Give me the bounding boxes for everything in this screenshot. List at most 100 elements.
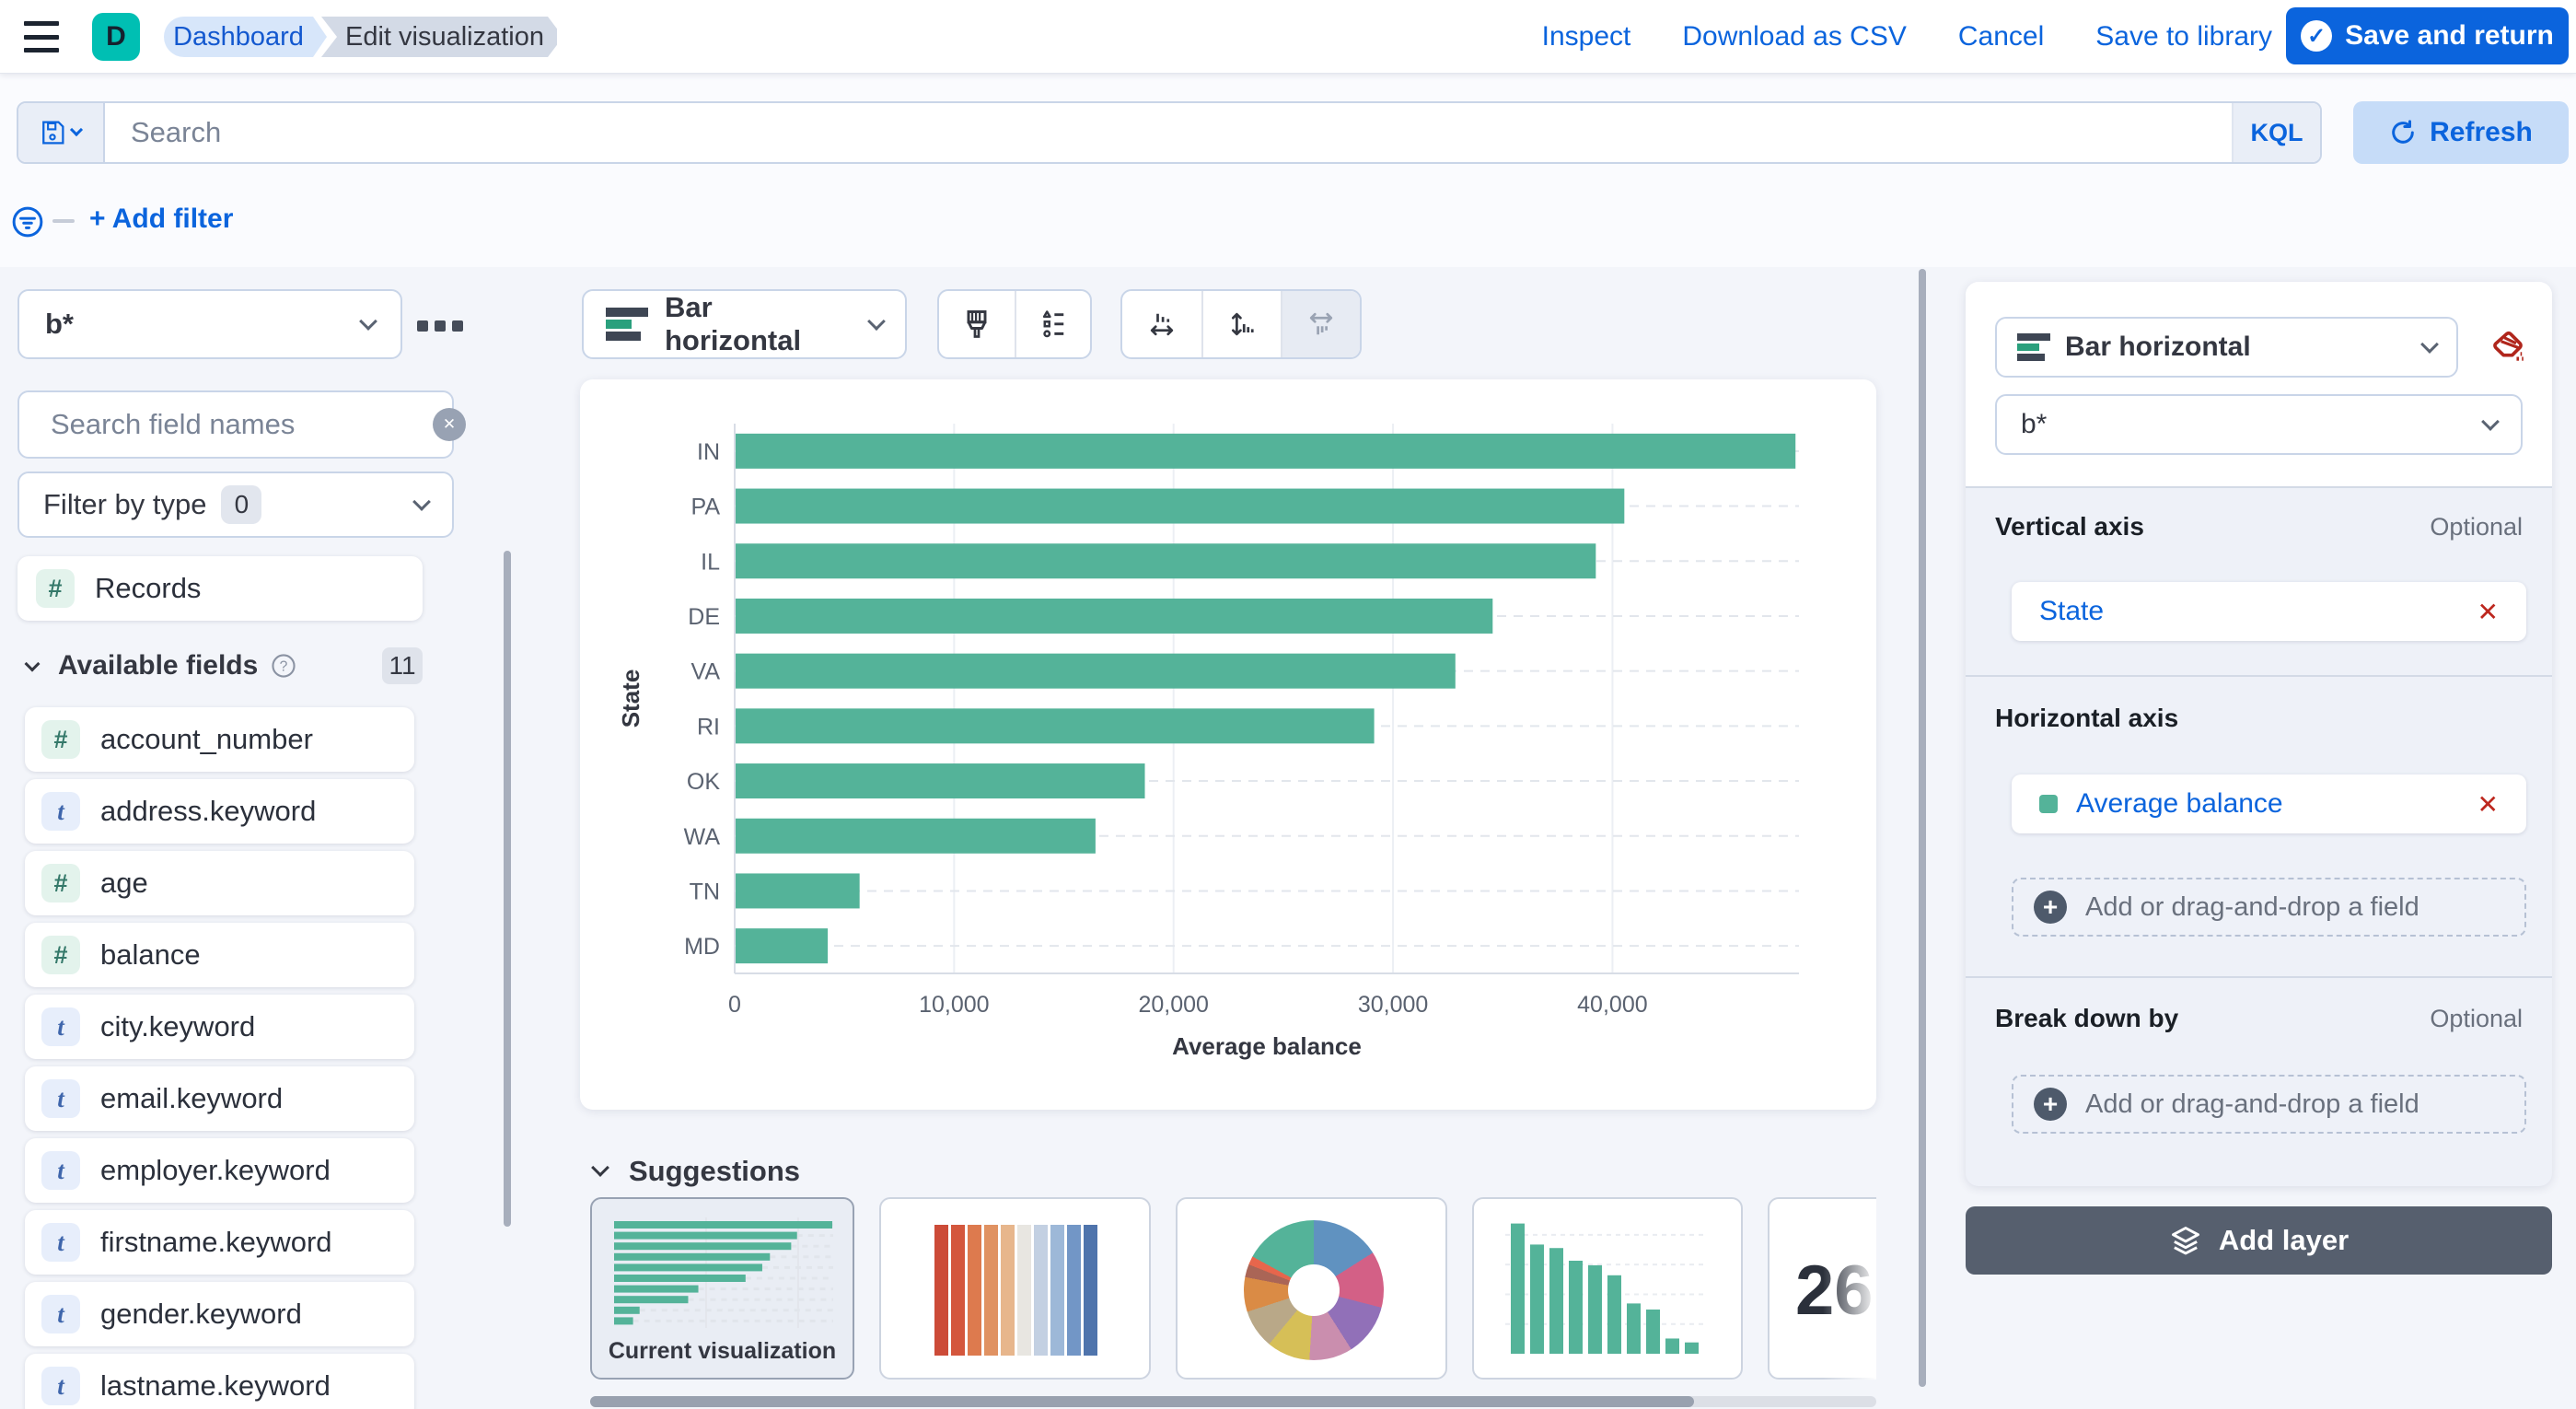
- x-tick-label: 40,000: [1577, 992, 1647, 1018]
- available-fields-header[interactable]: Available fields ? 11: [17, 645, 423, 687]
- check-icon: ✓: [2301, 20, 2333, 52]
- vertical-axis-settings-button[interactable]: [1201, 291, 1281, 357]
- layer-config-panel: Bar horizontal b* Vertical axis Optional…: [1966, 282, 2552, 1186]
- query-language-button[interactable]: KQL: [2232, 103, 2320, 162]
- bar-VA[interactable]: [736, 653, 1456, 689]
- refresh-icon: [2392, 120, 2414, 144]
- field-item[interactable]: t employer.keyword: [25, 1138, 414, 1203]
- add-layer-button[interactable]: Add layer: [1966, 1206, 2552, 1275]
- suggestion-bar-palette[interactable]: [879, 1197, 1151, 1380]
- horizontal-axis-add-field[interactable]: + Add or drag-and-drop a field: [2012, 878, 2526, 937]
- breadcrumb-dashboard[interactable]: Dashboard: [164, 17, 327, 57]
- legend-settings-button[interactable]: [1015, 291, 1090, 357]
- y-tick-label: IL: [701, 549, 720, 575]
- vertical-axis-dimension[interactable]: State ✕: [2012, 582, 2526, 641]
- save-and-return-button[interactable]: ✓ Save and return: [2286, 7, 2569, 64]
- number-field-icon: #: [41, 720, 80, 759]
- bar-WA[interactable]: [736, 818, 1096, 854]
- bar-horizontal-icon: [2017, 332, 2050, 363]
- appearance-brush-button[interactable]: [939, 291, 1015, 357]
- chevron-down-icon: [69, 122, 84, 137]
- suggestions-scrollbar-thumb[interactable]: [590, 1396, 1694, 1407]
- bar-IN[interactable]: [736, 433, 1796, 469]
- y-tick-label: VA: [691, 659, 721, 685]
- layer-config-top: Bar horizontal b*: [1966, 282, 2552, 486]
- horizontal-axis-dimension[interactable]: Average balance ✕: [2012, 774, 2526, 833]
- chevron-down-icon: [412, 493, 431, 511]
- index-pattern-select[interactable]: b*: [17, 289, 402, 359]
- field-item[interactable]: t city.keyword: [25, 995, 414, 1059]
- bar-RI[interactable]: [736, 708, 1375, 744]
- field-item[interactable]: t firstname.keyword: [25, 1210, 414, 1275]
- bar-MD[interactable]: [736, 928, 829, 964]
- field-item[interactable]: # account_number: [25, 707, 414, 772]
- break-down-add-field[interactable]: + Add or drag-and-drop a field: [2012, 1075, 2526, 1134]
- vertical-bar-palette-preview: [934, 1225, 1097, 1356]
- x-tick-label: 30,000: [1358, 992, 1428, 1018]
- break-down-header: Break down by Optional: [1995, 1004, 2523, 1032]
- chart-type-select[interactable]: Bar horizontal: [582, 289, 907, 359]
- suggestion-donut[interactable]: [1176, 1197, 1447, 1380]
- suggestion-metric[interactable]: 26,: [1768, 1197, 1876, 1380]
- string-field-icon: t: [41, 1007, 80, 1046]
- clear-search-button[interactable]: ✕: [433, 408, 466, 441]
- field-name: lastname.keyword: [100, 1369, 331, 1402]
- search-query-input[interactable]: [105, 103, 2232, 162]
- y-axis-title: State: [617, 670, 644, 728]
- field-item[interactable]: # balance: [25, 923, 414, 987]
- number-field-icon: #: [41, 864, 80, 902]
- field-item[interactable]: t gender.keyword: [25, 1282, 414, 1346]
- horizontal-axis-settings-button[interactable]: [1122, 291, 1201, 357]
- suggestions-header[interactable]: Suggestions: [591, 1155, 800, 1188]
- cancel-link[interactable]: Cancel: [1958, 21, 2044, 52]
- chevron-down-icon: [2481, 413, 2500, 431]
- layer-index-pattern-select[interactable]: b*: [1995, 394, 2523, 455]
- refresh-button[interactable]: Refresh: [2353, 101, 2569, 164]
- saved-query-menu-button[interactable]: [18, 103, 105, 162]
- suggestion-current[interactable]: Current visualization: [590, 1197, 854, 1380]
- string-field-icon: t: [41, 1295, 80, 1333]
- filter-icon[interactable]: [12, 206, 43, 238]
- sidebar-scrollbar[interactable]: [504, 551, 511, 1227]
- field-panel-options-button[interactable]: [417, 317, 465, 335]
- clear-layer-button[interactable]: [2487, 326, 2529, 368]
- field-item[interactable]: t lastname.keyword: [25, 1354, 414, 1409]
- remove-dimension-icon[interactable]: ✕: [2477, 597, 2499, 627]
- remove-dimension-icon[interactable]: ✕: [2477, 789, 2499, 820]
- bar-IL[interactable]: [736, 543, 1596, 579]
- save-to-library-link[interactable]: Save to library: [2095, 21, 2272, 52]
- x-tick-label: 10,000: [919, 992, 989, 1018]
- download-csv-link[interactable]: Download as CSV: [1682, 21, 1906, 52]
- records-field-item[interactable]: # Records: [17, 556, 423, 621]
- field-item[interactable]: t address.keyword: [25, 779, 414, 844]
- vertical-axis-header: Vertical axis Optional: [1995, 512, 2523, 541]
- field-item[interactable]: t email.keyword: [25, 1066, 414, 1131]
- chevron-down-icon: [591, 1159, 609, 1177]
- suggestion-bar-vertical[interactable]: [1472, 1197, 1743, 1380]
- filter-row: + Add filter: [0, 192, 552, 250]
- field-item[interactable]: # age: [25, 851, 414, 915]
- menu-icon[interactable]: [24, 21, 59, 52]
- app-logo[interactable]: D: [92, 13, 140, 61]
- bar-TN[interactable]: [736, 873, 860, 909]
- filter-by-type-button[interactable]: Filter by type 0: [17, 472, 454, 538]
- field-name: firstname.keyword: [100, 1226, 332, 1258]
- bar-PA[interactable]: [736, 488, 1625, 524]
- field-search-input[interactable]: [51, 408, 418, 441]
- chevron-down-icon: [24, 656, 41, 672]
- divider: [1966, 486, 2552, 488]
- layer-chart-type-select[interactable]: Bar horizontal: [1995, 317, 2458, 378]
- chevron-down-icon: [2420, 335, 2439, 354]
- vertical-scrollbar[interactable]: [1919, 269, 1926, 1387]
- horizontal-axis-header: Horizontal axis: [1995, 704, 2179, 732]
- query-zone: KQL Refresh + Add filter: [0, 74, 2576, 267]
- inspect-link[interactable]: Inspect: [1542, 21, 1631, 52]
- y-tick-label: WA: [684, 824, 721, 850]
- divider: [1966, 976, 2552, 978]
- style-button-group: [937, 289, 1092, 359]
- add-filter-button[interactable]: + Add filter: [89, 204, 233, 235]
- bar-OK[interactable]: [736, 763, 1145, 799]
- bar-DE[interactable]: [736, 598, 1493, 634]
- y-tick-label: IN: [697, 439, 720, 465]
- bar-chart[interactable]: IN PA IL DE VA RI OK WA TN MD 0 10,000 20,000 30,000 4…: [580, 379, 1876, 1110]
